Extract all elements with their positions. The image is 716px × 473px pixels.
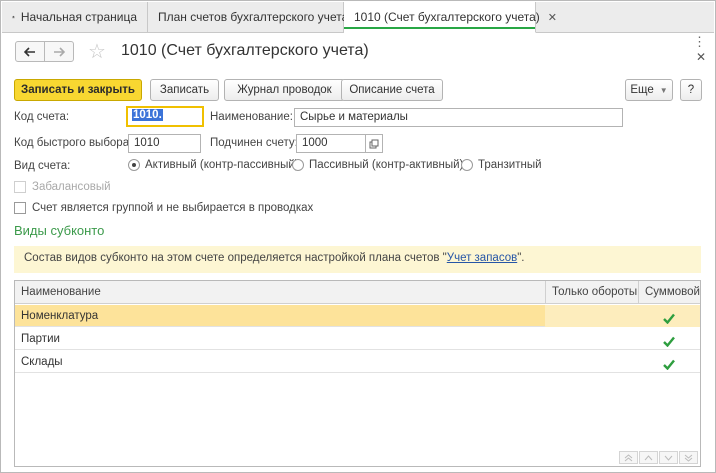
group-checkbox[interactable]: Счет является группой и не выбирается в … bbox=[14, 202, 313, 214]
subconto-info-banner: Состав видов субконто на этом счете опре… bbox=[14, 246, 701, 273]
account-code-label: Код счета: bbox=[14, 111, 70, 123]
forward-button[interactable] bbox=[44, 41, 74, 62]
save-button[interactable]: Записать bbox=[150, 79, 219, 101]
table-row[interactable]: Номенклатура bbox=[15, 305, 700, 327]
radio-active-label: Активный (контр-пассивный) bbox=[145, 159, 299, 171]
subconto-table[interactable]: Наименование Только обороты Суммовой Ном… bbox=[14, 280, 701, 467]
double-chevron-down-icon bbox=[684, 454, 693, 462]
name-field[interactable]: Сырье и материалы bbox=[294, 108, 623, 127]
radio-transit[interactable]: Транзитный bbox=[461, 159, 542, 171]
subconto-section-title: Виды субконто bbox=[14, 223, 105, 238]
more-button[interactable]: Еще ▼ bbox=[625, 79, 673, 101]
tab-account-1010-label: 1010 (Счет бухгалтерского учета) bbox=[354, 10, 540, 24]
off-balance-label: Забалансовый bbox=[32, 181, 111, 193]
cell-turnover-only[interactable] bbox=[545, 328, 638, 350]
close-tab-icon[interactable]: ✕ bbox=[546, 11, 559, 24]
tab-chart-of-accounts-label: План счетов бухгалтерского учета bbox=[158, 10, 349, 24]
back-button[interactable] bbox=[15, 41, 45, 62]
cell-turnover-only[interactable] bbox=[545, 305, 638, 327]
parent-account-field[interactable]: 1000 bbox=[296, 134, 366, 153]
home-icon bbox=[12, 15, 15, 19]
cell-name: Склады bbox=[21, 356, 63, 368]
tab-chart-of-accounts[interactable]: План счетов бухгалтерского учета ✕ bbox=[148, 2, 365, 32]
radio-transit-label: Транзитный bbox=[478, 159, 542, 171]
journal-button[interactable]: Журнал проводок bbox=[224, 79, 345, 101]
cell-sum[interactable] bbox=[638, 305, 700, 327]
cell-sum[interactable] bbox=[638, 351, 700, 373]
scroll-top-button[interactable] bbox=[619, 451, 638, 464]
quick-code-label: Код быстрого выбора: bbox=[14, 137, 133, 149]
info-text: Состав видов субконто на этом счете опре… bbox=[24, 252, 447, 264]
header-icons: ⋮ ✕ bbox=[693, 35, 706, 63]
tab-home-label: Начальная страница bbox=[20, 10, 137, 24]
radio-active[interactable]: Активный (контр-пассивный) bbox=[128, 159, 299, 171]
chevron-up-icon bbox=[644, 454, 653, 460]
arrow-right-icon bbox=[54, 46, 65, 57]
column-header-name[interactable]: Наименование bbox=[15, 281, 545, 303]
tab-account-1010[interactable]: 1010 (Счет бухгалтерского учета) ✕ bbox=[344, 2, 557, 33]
scroll-bottom-button[interactable] bbox=[679, 451, 698, 464]
info-text-suffix: ". bbox=[517, 252, 525, 264]
chevron-down-icon bbox=[664, 455, 673, 461]
radio-passive-label: Пассивный (контр-активный) bbox=[309, 159, 464, 171]
checkmark-icon bbox=[663, 336, 675, 347]
quick-code-field[interactable]: 1010 bbox=[128, 134, 201, 153]
window: Начальная страница План счетов бухгалтер… bbox=[0, 0, 716, 473]
radio-button[interactable] bbox=[461, 159, 473, 171]
help-button[interactable]: ? bbox=[680, 79, 702, 101]
close-icon[interactable]: ✕ bbox=[696, 51, 706, 63]
checkmark-icon bbox=[663, 313, 675, 324]
radio-button[interactable] bbox=[292, 159, 304, 171]
more-button-label: Еще bbox=[630, 84, 654, 96]
account-type-label: Вид счета: bbox=[14, 160, 71, 172]
column-header-turnover-only[interactable]: Только обороты bbox=[545, 281, 638, 303]
more-options-icon[interactable]: ⋮ bbox=[693, 35, 706, 48]
parent-account-label: Подчинен счету: bbox=[210, 137, 298, 149]
tab-home[interactable]: Начальная страница bbox=[2, 2, 148, 32]
scroll-up-button[interactable] bbox=[639, 451, 658, 464]
account-code-value: 1010. bbox=[132, 109, 163, 121]
group-checkbox-label: Счет является группой и не выбирается в … bbox=[32, 202, 314, 214]
cell-name: Партии bbox=[21, 333, 60, 345]
form-header: ☆ 1010 (Счет бухгалтерского учета) ⋮ ✕ bbox=[2, 33, 714, 73]
double-chevron-up-icon bbox=[624, 453, 633, 461]
radio-button-selected[interactable] bbox=[128, 159, 140, 171]
toolbar: Записать и закрыть Записать Журнал прово… bbox=[14, 79, 703, 101]
cell-turnover-only[interactable] bbox=[545, 351, 638, 373]
tab-bar: Начальная страница План счетов бухгалтер… bbox=[2, 2, 714, 33]
column-header-sum[interactable]: Суммовой bbox=[638, 281, 700, 303]
cell-name: Номенклатура bbox=[21, 310, 99, 322]
favorite-star-icon[interactable]: ☆ bbox=[88, 39, 106, 64]
checkbox bbox=[14, 181, 26, 193]
cell-sum[interactable] bbox=[638, 328, 700, 350]
account-code-field[interactable]: 1010. bbox=[126, 106, 204, 127]
scroll-down-button[interactable] bbox=[659, 451, 678, 464]
chevron-down-icon: ▼ bbox=[659, 85, 668, 95]
save-and-close-button[interactable]: Записать и закрыть bbox=[14, 79, 142, 101]
open-parent-button[interactable] bbox=[366, 134, 383, 153]
radio-passive[interactable]: Пассивный (контр-активный) bbox=[292, 159, 463, 171]
checkmark-icon bbox=[663, 359, 675, 370]
name-label: Наименование: bbox=[210, 111, 293, 123]
off-balance-checkbox: Забалансовый bbox=[14, 181, 111, 193]
arrow-left-icon bbox=[24, 46, 35, 57]
table-scroll-controls bbox=[619, 451, 698, 464]
account-description-button[interactable]: Описание счета bbox=[341, 79, 443, 101]
open-icon bbox=[369, 139, 379, 148]
checkbox[interactable] bbox=[14, 202, 26, 214]
table-header: Наименование Только обороты Суммовой bbox=[15, 281, 700, 304]
accounting-policy-link[interactable]: Учет запасов bbox=[447, 252, 517, 264]
page-title: 1010 (Счет бухгалтерского учета) bbox=[121, 42, 369, 59]
table-row[interactable]: Партии bbox=[15, 328, 700, 350]
table-row[interactable]: Склады bbox=[15, 351, 700, 373]
